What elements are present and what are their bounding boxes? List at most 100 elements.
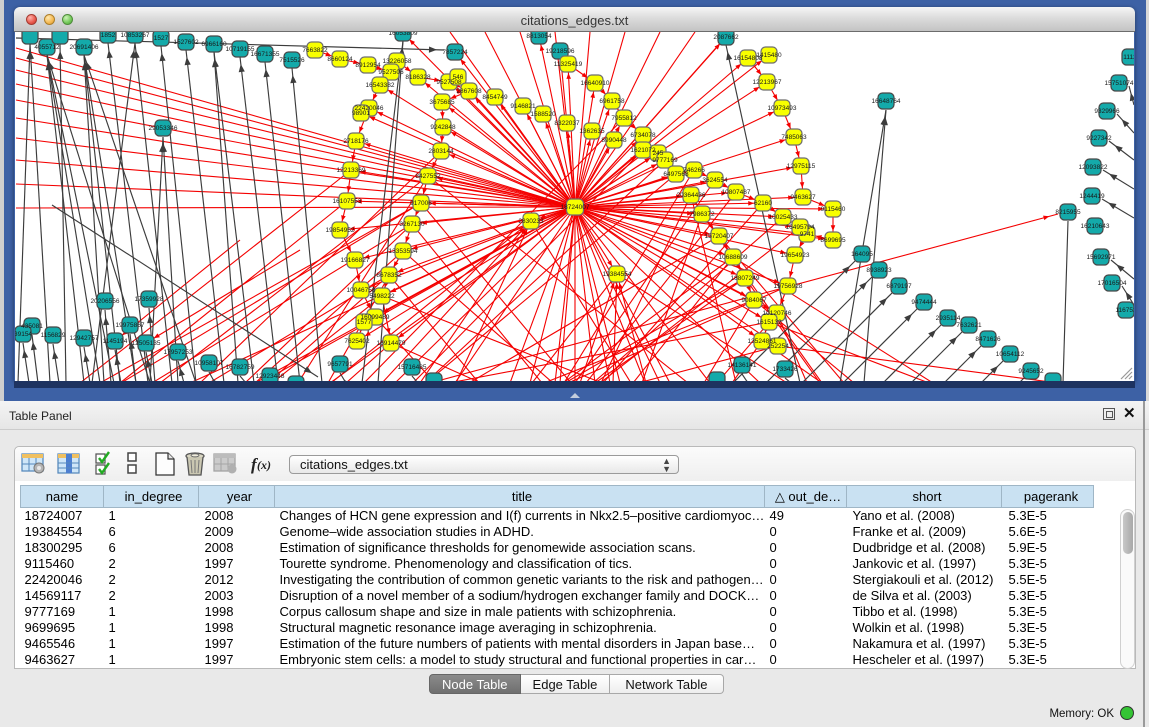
svg-text:16543382: 16543382	[366, 82, 395, 89]
svg-text:2718176: 2718176	[343, 138, 369, 145]
svg-text:11325419: 11325419	[554, 61, 583, 68]
svg-text:14136141: 14136141	[728, 362, 757, 369]
svg-text:62160: 62160	[754, 200, 772, 207]
svg-text:9329966: 9329966	[1094, 108, 1120, 115]
svg-text:8990448: 8990448	[601, 137, 627, 144]
svg-text:19975867: 19975867	[116, 322, 145, 329]
svg-text:4055712: 4055712	[34, 44, 60, 51]
svg-text:10853267: 10853267	[121, 32, 150, 39]
svg-text:15720407: 15720407	[705, 233, 734, 240]
svg-text:16914479: 16914479	[377, 340, 406, 347]
svg-text:1852: 1852	[101, 32, 116, 39]
svg-text:8471626: 8471626	[975, 336, 1001, 343]
svg-text:1156829: 1156829	[41, 332, 66, 339]
svg-text:7857224: 7857224	[442, 49, 468, 56]
svg-text:(x): (x)	[257, 458, 271, 472]
svg-text:2830233: 2830233	[518, 218, 544, 225]
svg-text:8678352: 8678352	[376, 272, 402, 279]
svg-text:6966160: 6966160	[201, 41, 227, 48]
svg-text:245: 245	[653, 150, 664, 157]
svg-text:20206556: 20206556	[91, 298, 120, 305]
svg-text:7955812: 7955812	[611, 115, 637, 122]
svg-text:20691406: 20691406	[70, 44, 99, 51]
svg-text:7515526: 7515526	[279, 57, 305, 64]
svg-text:9741: 9741	[800, 231, 815, 238]
svg-text:546: 546	[453, 74, 464, 81]
svg-text:1577: 1577	[357, 319, 372, 326]
svg-text:3267130: 3267130	[399, 221, 425, 228]
svg-text:13353594: 13353594	[389, 248, 418, 255]
svg-text:8427552: 8427552	[415, 173, 441, 180]
svg-text:8454749: 8454749	[482, 94, 508, 101]
svg-text:15716485: 15716485	[398, 364, 427, 371]
svg-text:12213967: 12213967	[753, 79, 782, 86]
svg-text:1733426: 1733426	[772, 366, 798, 373]
svg-text:7625402: 7625402	[344, 338, 370, 345]
svg-text:8322037: 8322037	[554, 120, 580, 127]
svg-text:19654923: 19654923	[781, 252, 810, 259]
svg-text:1527602: 1527602	[173, 39, 199, 46]
svg-text:917006: 917006	[410, 200, 432, 207]
svg-text:8699695: 8699695	[820, 237, 846, 244]
svg-text:1615132: 1615132	[756, 319, 782, 326]
svg-text:17016504: 17016504	[1098, 280, 1127, 287]
svg-text:17957253: 17957253	[164, 349, 193, 356]
svg-text:9245652: 9245652	[1018, 368, 1044, 375]
svg-text:9463627: 9463627	[790, 194, 816, 201]
svg-text:20364436: 20364436	[677, 192, 706, 199]
svg-text:15751074: 15751074	[1105, 80, 1134, 87]
svg-text:5498222: 5498222	[369, 293, 395, 300]
svg-text:1112: 1112	[1123, 54, 1134, 61]
svg-text:2087662: 2087662	[713, 34, 739, 41]
svg-text:16782759: 16782759	[226, 364, 255, 371]
svg-text:1145194: 1145194	[103, 338, 128, 345]
svg-text:39154: 39154	[15, 331, 32, 338]
svg-text:8186328: 8186328	[405, 74, 431, 81]
svg-text:16210643: 16210643	[1081, 223, 1110, 230]
svg-text:19854952: 19854952	[326, 227, 355, 234]
svg-text:19384554: 19384554	[603, 271, 632, 278]
svg-text:1244419: 1244419	[1079, 193, 1105, 200]
svg-text:19166827: 19166827	[341, 257, 370, 264]
svg-text:164095: 164095	[851, 251, 873, 258]
svg-text:9657791: 9657791	[327, 361, 353, 368]
svg-text:2867608: 2867608	[456, 88, 482, 95]
svg-text:8813054: 8813054	[526, 33, 552, 40]
svg-text:8938923: 8938923	[866, 267, 892, 274]
svg-text:16053809: 16053809	[389, 32, 418, 37]
svg-text:10958107: 10958107	[195, 360, 224, 367]
svg-text:8660124: 8660124	[327, 56, 353, 63]
svg-text:29053346: 29053346	[149, 125, 178, 132]
svg-text:9242848: 9242848	[430, 124, 456, 131]
svg-text:7485063: 7485063	[781, 134, 807, 141]
svg-text:1588520: 1588520	[530, 111, 556, 118]
svg-text:9084067: 9084067	[741, 297, 767, 304]
svg-text:6734078: 6734078	[630, 132, 656, 139]
svg-text:1527: 1527	[154, 35, 169, 42]
svg-text:18807249: 18807249	[731, 275, 760, 282]
svg-text:2803144: 2803144	[428, 148, 454, 155]
svg-text:16107553: 16107553	[333, 198, 362, 205]
svg-text:7632621: 7632621	[956, 322, 982, 329]
svg-text:746266: 746266	[683, 167, 705, 174]
svg-text:435081: 435081	[21, 323, 43, 330]
svg-text:12093822: 12093822	[1079, 164, 1108, 171]
svg-text:19218596: 19218596	[546, 48, 575, 55]
svg-text:1362635: 1362635	[579, 128, 605, 135]
svg-text:9474444: 9474444	[911, 299, 937, 306]
svg-text:9527506: 9527506	[378, 69, 404, 76]
svg-text:12213369: 12213369	[337, 167, 366, 174]
svg-text:116753: 116753	[1115, 307, 1134, 314]
svg-text:10973493: 10973493	[768, 105, 797, 112]
svg-text:12975115: 12975115	[787, 163, 816, 170]
svg-text:6879197: 6879197	[886, 283, 912, 290]
svg-text:13226058: 13226058	[383, 58, 412, 65]
svg-text:9227342: 9227342	[1086, 135, 1112, 142]
svg-text:19756928: 19756928	[774, 283, 803, 290]
svg-text:6961758: 6961758	[599, 98, 625, 105]
svg-text:10688609: 10688609	[719, 254, 748, 261]
svg-text:8912954: 8912954	[355, 62, 381, 69]
svg-text:3675685: 3675685	[429, 99, 455, 106]
svg-text:3624554: 3624554	[702, 177, 728, 184]
svg-text:9115460: 9115460	[821, 206, 846, 213]
